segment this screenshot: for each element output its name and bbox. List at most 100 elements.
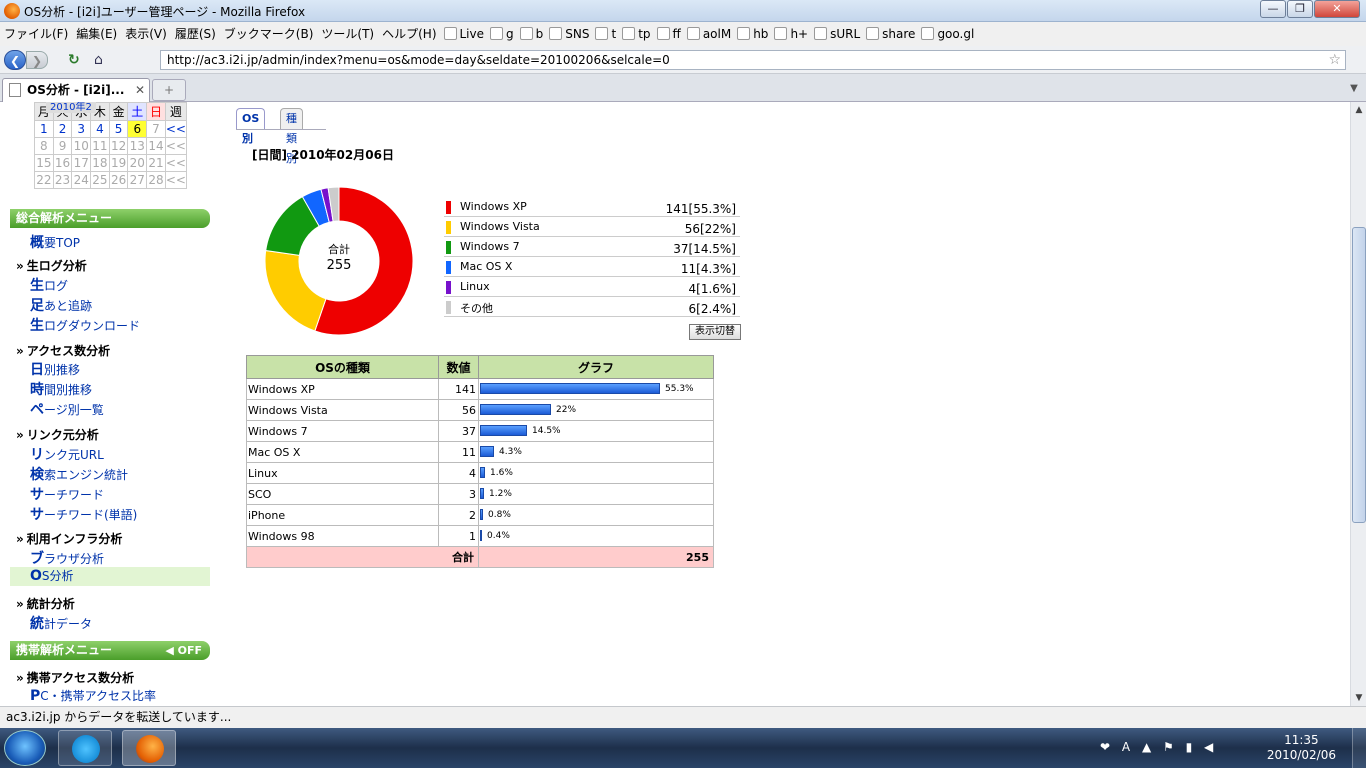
calendar-day[interactable]: 3 bbox=[71, 120, 92, 138]
link-referrer-url[interactable]: リンク元URL bbox=[30, 444, 104, 464]
show-desktop-button[interactable] bbox=[1352, 728, 1366, 768]
bookmark-sns[interactable]: SNS bbox=[546, 22, 592, 46]
close-tab-icon[interactable]: ✕ bbox=[135, 79, 145, 101]
link-pc-mobile-ratio[interactable]: PC・携帯アクセス比率 bbox=[30, 687, 156, 704]
bookmark-ff[interactable]: ff bbox=[654, 22, 684, 46]
link-raw-log[interactable]: 生ログ bbox=[30, 275, 68, 295]
link-search-word-single[interactable]: サーチワード(単語) bbox=[30, 504, 137, 524]
bookmark-surl[interactable]: sURL bbox=[811, 22, 863, 46]
os-percent: 1.6% bbox=[490, 468, 513, 478]
url-bar[interactable]: http://ac3.i2i.jp/admin/index?menu=os&mo… bbox=[160, 50, 1346, 70]
os-count: 56 bbox=[438, 399, 479, 421]
vertical-scrollbar[interactable]: ▲ ▼ bbox=[1350, 102, 1366, 706]
calendar-week-link[interactable]: << bbox=[164, 120, 188, 138]
forward-button[interactable]: ❯ bbox=[26, 51, 48, 69]
menu-bookmarks[interactable]: ブックマーク(B) bbox=[220, 22, 318, 46]
tray-expand-icon[interactable]: ▲ bbox=[1142, 740, 1155, 754]
scrollbar-thumb[interactable] bbox=[1352, 227, 1366, 523]
clock[interactable]: 11:35 2010/02/06 bbox=[1267, 733, 1336, 763]
os-graph-cell: 55.3% bbox=[478, 378, 714, 400]
calendar-day-today[interactable]: 6 bbox=[127, 120, 148, 138]
calendar-day[interactable]: 4 bbox=[90, 120, 110, 138]
tab-by-type[interactable]: 種類別 bbox=[280, 108, 303, 165]
link-log-download[interactable]: 生ログダウンロード bbox=[30, 315, 140, 335]
calendar-day[interactable]: 1 bbox=[34, 120, 54, 138]
close-window-button[interactable]: ✕ bbox=[1314, 0, 1360, 18]
legend-name: Mac OS X bbox=[460, 260, 513, 273]
bookmark-g[interactable]: g bbox=[487, 22, 517, 46]
new-tab-button[interactable]: + bbox=[152, 79, 186, 101]
legend-item: Linux 4[1.6%] bbox=[444, 278, 740, 297]
reload-icon[interactable]: ↻ bbox=[68, 52, 80, 68]
link-statistics-data[interactable]: 統計データ bbox=[30, 613, 92, 633]
os-table: OSの種類 数値 グラフ Windows XP 141 55.3% Windows … bbox=[246, 355, 714, 568]
bookmark-hplus[interactable]: h+ bbox=[771, 22, 811, 46]
os-name: SCO bbox=[246, 483, 439, 505]
menu-view[interactable]: 表示(V) bbox=[121, 22, 171, 46]
taskbar-firefox-button[interactable] bbox=[122, 730, 176, 766]
link-os-analysis[interactable]: OS分析 bbox=[10, 567, 210, 586]
legend-swatch bbox=[446, 201, 451, 214]
legend-swatch bbox=[446, 221, 451, 234]
table-header: OSの種類 bbox=[246, 355, 439, 379]
menu-history[interactable]: 履歴(S) bbox=[171, 22, 220, 46]
calendar-month-label[interactable]: 2010年2 bbox=[46, 102, 96, 113]
link-footprint[interactable]: 足あと追跡 bbox=[30, 295, 92, 315]
maximize-button[interactable]: ❐ bbox=[1287, 0, 1313, 18]
os-bar bbox=[480, 446, 494, 457]
bookmark-t[interactable]: t bbox=[592, 22, 619, 46]
scroll-up-icon[interactable]: ▲ bbox=[1352, 102, 1366, 118]
tray-icons: ❤ A ▲ ⚑ ▮ ◀ bbox=[1100, 740, 1217, 754]
link-search-engine[interactable]: 検索エンジン統計 bbox=[30, 464, 128, 484]
menu-file[interactable]: ファイル(F) bbox=[0, 22, 72, 46]
link-page-list[interactable]: ページ別一覧 bbox=[30, 399, 104, 419]
bookmark-b[interactable]: b bbox=[517, 22, 547, 46]
network-icon[interactable]: ▮ bbox=[1186, 740, 1197, 754]
link-browser-analysis[interactable]: ブラウザ分析 bbox=[30, 548, 104, 568]
bookmark-icon bbox=[595, 27, 609, 40]
bookmark-aolm[interactable]: aolM bbox=[684, 22, 734, 46]
page-icon bbox=[866, 27, 880, 40]
total-label: 合計 bbox=[246, 546, 479, 568]
link-daily-trend[interactable]: 日別推移 bbox=[30, 359, 80, 379]
menu-help[interactable]: ヘルプ(H) bbox=[378, 22, 440, 46]
tab-os-analysis[interactable]: OS分析 - [i2i]... ✕ bbox=[2, 78, 150, 102]
bookmark-live[interactable]: Live bbox=[441, 22, 488, 46]
bookmark-hb[interactable]: hb bbox=[734, 22, 771, 46]
bookmark-icon bbox=[656, 27, 670, 40]
start-button[interactable] bbox=[4, 730, 46, 766]
home-icon[interactable]: ⌂ bbox=[94, 52, 103, 68]
bookmark-tp[interactable]: tp bbox=[619, 22, 653, 46]
tab-list-dropdown-icon[interactable]: ▼ bbox=[1346, 80, 1362, 98]
os-count: 3 bbox=[438, 483, 479, 505]
calendar-header: 日 bbox=[146, 102, 166, 121]
calendar-day[interactable]: 2 bbox=[52, 120, 73, 138]
back-button[interactable]: ❮ bbox=[4, 50, 26, 70]
scroll-down-icon[interactable]: ▼ bbox=[1352, 690, 1366, 706]
display-toggle-button[interactable]: 表示切替 bbox=[689, 324, 741, 340]
notification-icon[interactable]: ❤ bbox=[1100, 740, 1114, 754]
link-overview-top[interactable]: 概要TOP bbox=[30, 232, 80, 252]
link-search-word[interactable]: サーチワード bbox=[30, 484, 104, 504]
taskbar-skype-button[interactable] bbox=[58, 730, 112, 766]
volume-icon[interactable]: ◀ bbox=[1204, 740, 1217, 754]
legend-value: 141[55.3%] bbox=[665, 202, 736, 216]
window-title: OS分析 - [i2i]ユーザー管理ページ - Mozilla Firefox bbox=[24, 5, 306, 19]
link-hourly-trend[interactable]: 時間別推移 bbox=[30, 379, 92, 399]
bookmark-star-icon[interactable]: ☆ bbox=[1328, 51, 1341, 69]
legend-value: 4[1.6%] bbox=[688, 282, 736, 296]
bookmark-share[interactable]: share bbox=[863, 22, 918, 46]
tab-by-os[interactable]: OS別 bbox=[236, 108, 266, 145]
menu-edit[interactable]: 編集(E) bbox=[72, 22, 121, 46]
ime-indicator[interactable]: A bbox=[1122, 740, 1134, 754]
os-name: Windows Vista bbox=[246, 399, 439, 421]
mobile-menu-toggle[interactable]: ◀ OFF bbox=[165, 641, 202, 660]
minimize-button[interactable]: — bbox=[1260, 0, 1286, 18]
table-row: SCO 3 1.2% bbox=[246, 483, 714, 505]
page-content: 2010年2 月 火 水 木 金 土 日 週 1 2 3 4 5 6 7 << bbox=[0, 102, 1350, 706]
menu-tools[interactable]: ツール(T) bbox=[317, 22, 378, 46]
calendar-day[interactable]: 5 bbox=[108, 120, 129, 138]
flag-icon[interactable]: ⚑ bbox=[1163, 740, 1178, 754]
bookmark-googl[interactable]: goo.gl bbox=[918, 22, 977, 46]
calendar-day: 20 bbox=[127, 154, 148, 172]
